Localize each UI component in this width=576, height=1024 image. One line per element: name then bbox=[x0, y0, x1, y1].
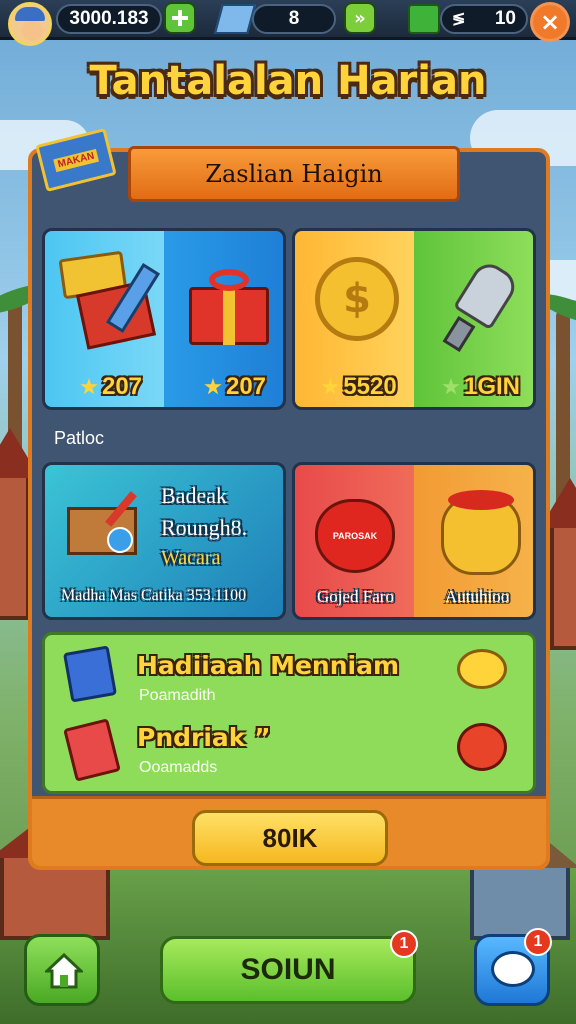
offer-footer: Madha Mas Catika 353.1100 bbox=[61, 587, 247, 604]
player-avatar[interactable] bbox=[8, 2, 52, 46]
home-button[interactable] bbox=[24, 934, 100, 1006]
offer-card-fruit[interactable]: PAROSAK Gojed Faro Autuhioo bbox=[292, 462, 536, 620]
offer-line-1: Badeak bbox=[161, 483, 227, 508]
offer-card-chest[interactable]: Badeak Roungh8. Wacara Madha Mas Catika … bbox=[42, 462, 286, 620]
fruit-gift-icon bbox=[441, 490, 521, 575]
house bbox=[460, 818, 576, 940]
card-icon bbox=[63, 718, 121, 782]
star-icon bbox=[80, 378, 98, 395]
apple-icon: PAROSAK bbox=[315, 499, 395, 573]
drill-bolt-icon bbox=[442, 257, 525, 355]
ticket-label: MAKAN bbox=[53, 148, 99, 172]
offer-line-3: Wacara bbox=[161, 547, 221, 569]
gold-coin-icon: $ bbox=[315, 257, 399, 341]
house bbox=[540, 478, 576, 650]
house bbox=[0, 428, 40, 620]
book-icon bbox=[63, 645, 117, 703]
energy-value: 10 bbox=[494, 8, 516, 29]
energy-sign: ≶ bbox=[452, 11, 466, 28]
task-row[interactable]: Hadiiaah Menniam Poamadith bbox=[45, 635, 533, 713]
task-row[interactable]: Pndriak ” Ooamadds bbox=[45, 713, 533, 791]
home-icon bbox=[45, 953, 83, 989]
coin-counter: 3000.183 bbox=[56, 4, 162, 34]
notification-badge: 1 bbox=[390, 930, 418, 958]
gift-box-icon bbox=[189, 265, 269, 345]
add-gems-button[interactable]: » bbox=[344, 2, 376, 34]
notification-badge: 1 bbox=[524, 928, 552, 956]
section-label: Patloc bbox=[54, 428, 105, 448]
reward-amount: 207 bbox=[61, 373, 161, 401]
claim-button[interactable]: 80IK bbox=[192, 810, 388, 866]
tomato-icon bbox=[457, 723, 507, 771]
page-title: Tantalalan Harian bbox=[89, 58, 487, 104]
top-resource-bar: 3000.183 8 » ≶ 10 × bbox=[0, 0, 576, 46]
offer-line-2: Roungh8. bbox=[161, 515, 248, 540]
task-subtitle: Poamadith bbox=[139, 687, 216, 704]
apple-caption: Gojed Faro bbox=[317, 587, 394, 606]
task-subtitle: Ooamadds bbox=[139, 759, 218, 776]
energy-counter: ≶ 10 bbox=[440, 4, 528, 34]
reward-amount: 1GIN bbox=[431, 373, 531, 401]
close-button[interactable]: × bbox=[530, 2, 570, 42]
gem-counter: 8 bbox=[252, 4, 336, 34]
double-chevron-icon: » bbox=[354, 7, 366, 29]
reward-card-gold-green[interactable]: $ 5520 1GIN bbox=[292, 228, 536, 410]
task-title: Pndriak ” bbox=[137, 723, 271, 752]
star-icon bbox=[321, 378, 339, 395]
green-gem-icon bbox=[408, 4, 440, 34]
main-action-label: SOIUN bbox=[240, 953, 336, 986]
panel-header: Zaslian Haigin bbox=[128, 146, 460, 202]
speech-bubble-icon bbox=[457, 649, 507, 689]
add-coins-button[interactable] bbox=[164, 2, 196, 34]
star-icon bbox=[442, 378, 460, 395]
star-icon bbox=[204, 378, 222, 395]
fruit-caption: Autuhioo bbox=[445, 587, 510, 606]
chat-icon bbox=[491, 951, 535, 987]
treasure-chest-icon bbox=[67, 489, 141, 555]
apple-tag: PAROSAK bbox=[332, 531, 378, 541]
task-title: Hadiiaah Menniam bbox=[137, 651, 399, 680]
reward-amount: 5520 bbox=[309, 373, 409, 401]
main-action-button[interactable]: SOIUN bbox=[160, 936, 416, 1004]
tasks-card: Hadiiaah Menniam Poamadith Pndriak ” Ooa… bbox=[42, 632, 536, 794]
reward-amount: 207 bbox=[185, 373, 283, 401]
reward-card-blue[interactable]: 207 207 bbox=[42, 228, 286, 410]
ticket-rocket-icon bbox=[58, 249, 161, 350]
diamond-icon bbox=[213, 4, 257, 34]
